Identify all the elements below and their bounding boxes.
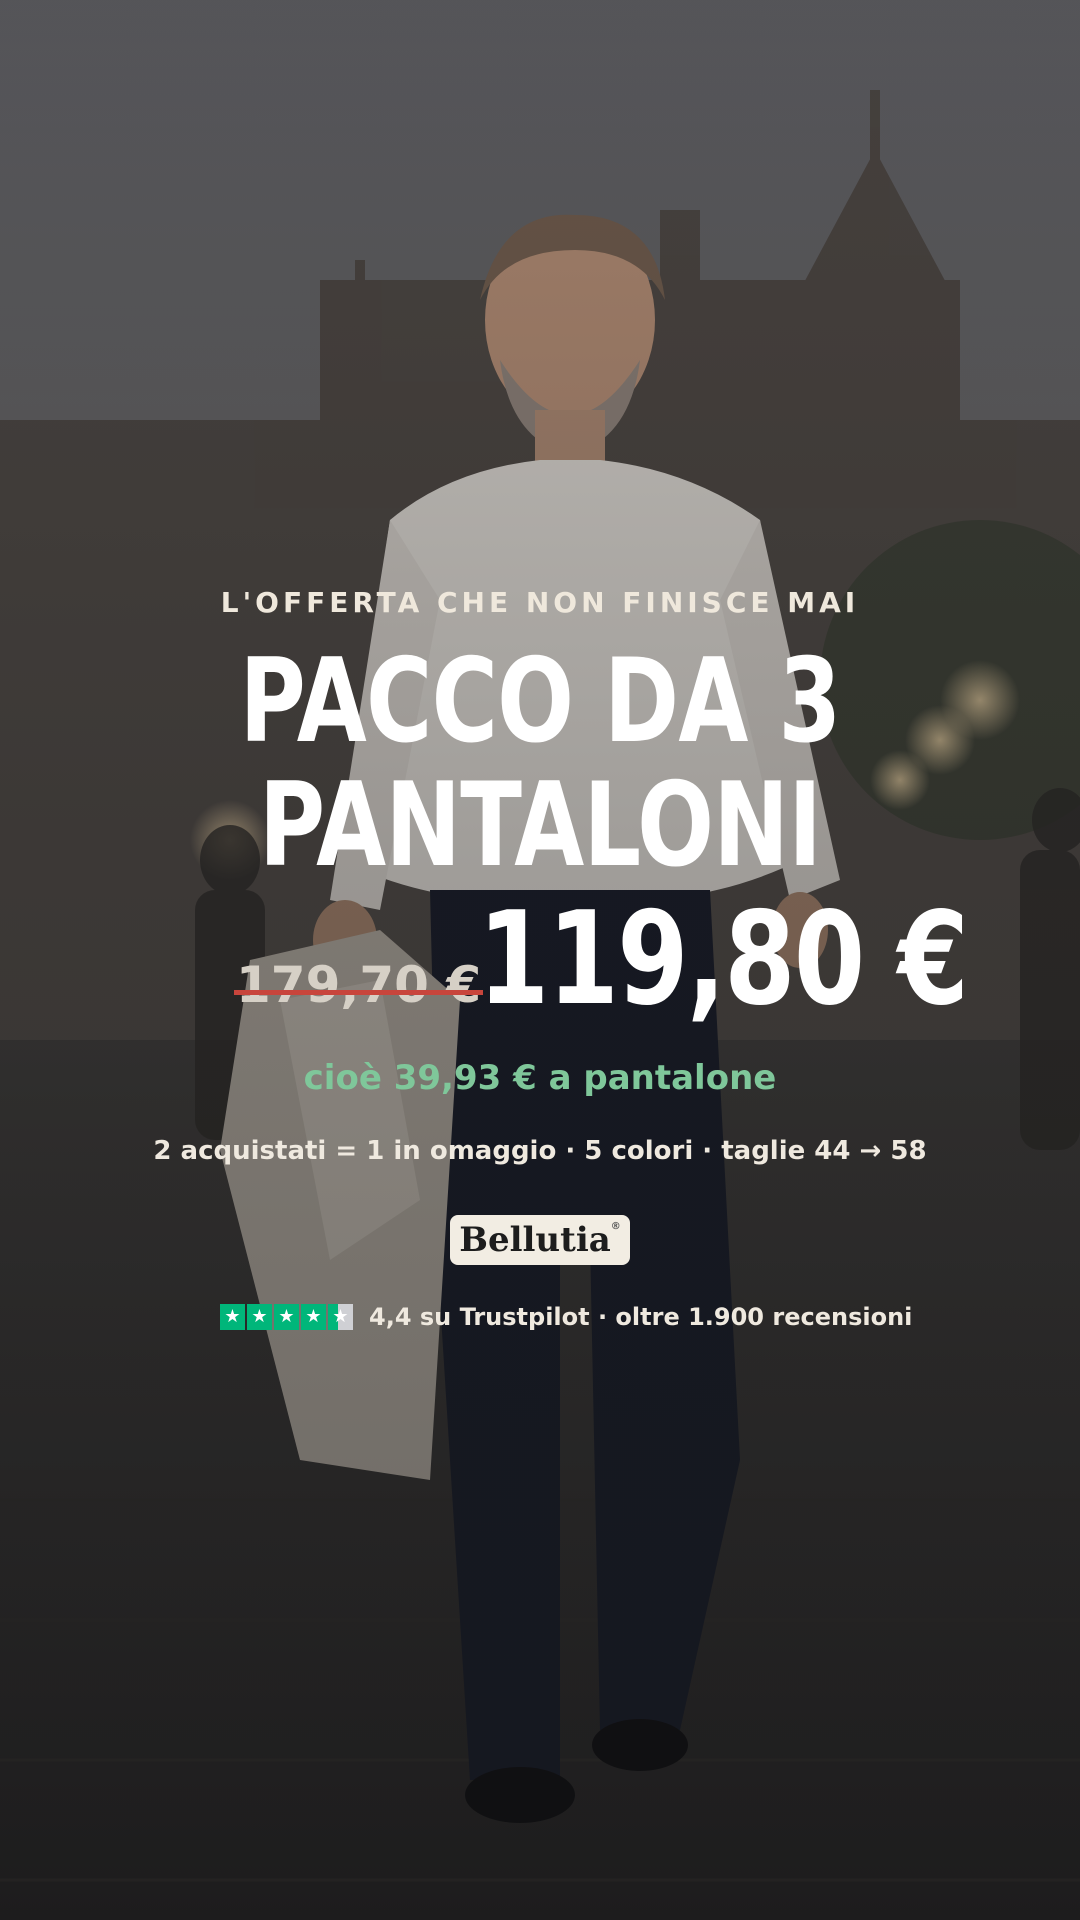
old-price-value: 179,70 €	[236, 956, 482, 1014]
rating-text: 4,4 su Trustpilot · oltre 1.900 recensio…	[369, 1303, 913, 1331]
price-row: 179,70 € 119,80 €	[0, 890, 1080, 1030]
registered-mark: ®	[610, 1221, 621, 1232]
new-price: 119,80 €	[478, 885, 969, 1034]
brand-logo: Bellutia®	[450, 1215, 630, 1265]
offer-eyebrow: L'OFFERTA CHE NON FINISCE MAI	[220, 586, 860, 619]
star-half-icon: ★	[328, 1304, 353, 1330]
offer-card: L'OFFERTA CHE NON FINISCE MAI PACCO DA 3…	[0, 0, 1080, 1920]
features-line: 2 acquistati = 1 in omaggio · 5 colori ·…	[153, 1136, 927, 1166]
star-icon: ★	[247, 1304, 272, 1330]
headline-line-2: PANTALONI	[258, 758, 822, 893]
trustpilot-rating: ★ ★ ★ ★ ★ 4,4 su Trustpilot · oltre 1.90…	[220, 1302, 912, 1332]
headline-line-1: PACCO DA 3	[239, 634, 841, 769]
star-icon: ★	[301, 1304, 326, 1330]
rating-stars: ★ ★ ★ ★ ★	[220, 1304, 353, 1330]
brand-name: Bellutia	[459, 1220, 611, 1260]
old-price: 179,70 €	[234, 956, 484, 1014]
per-unit-price: cioè 39,93 € a pantalone	[303, 1058, 777, 1098]
star-icon: ★	[220, 1304, 245, 1330]
star-icon: ★	[274, 1304, 299, 1330]
strikethrough-line	[234, 990, 484, 995]
headline: PACCO DA 3 PANTALONI	[119, 640, 961, 888]
